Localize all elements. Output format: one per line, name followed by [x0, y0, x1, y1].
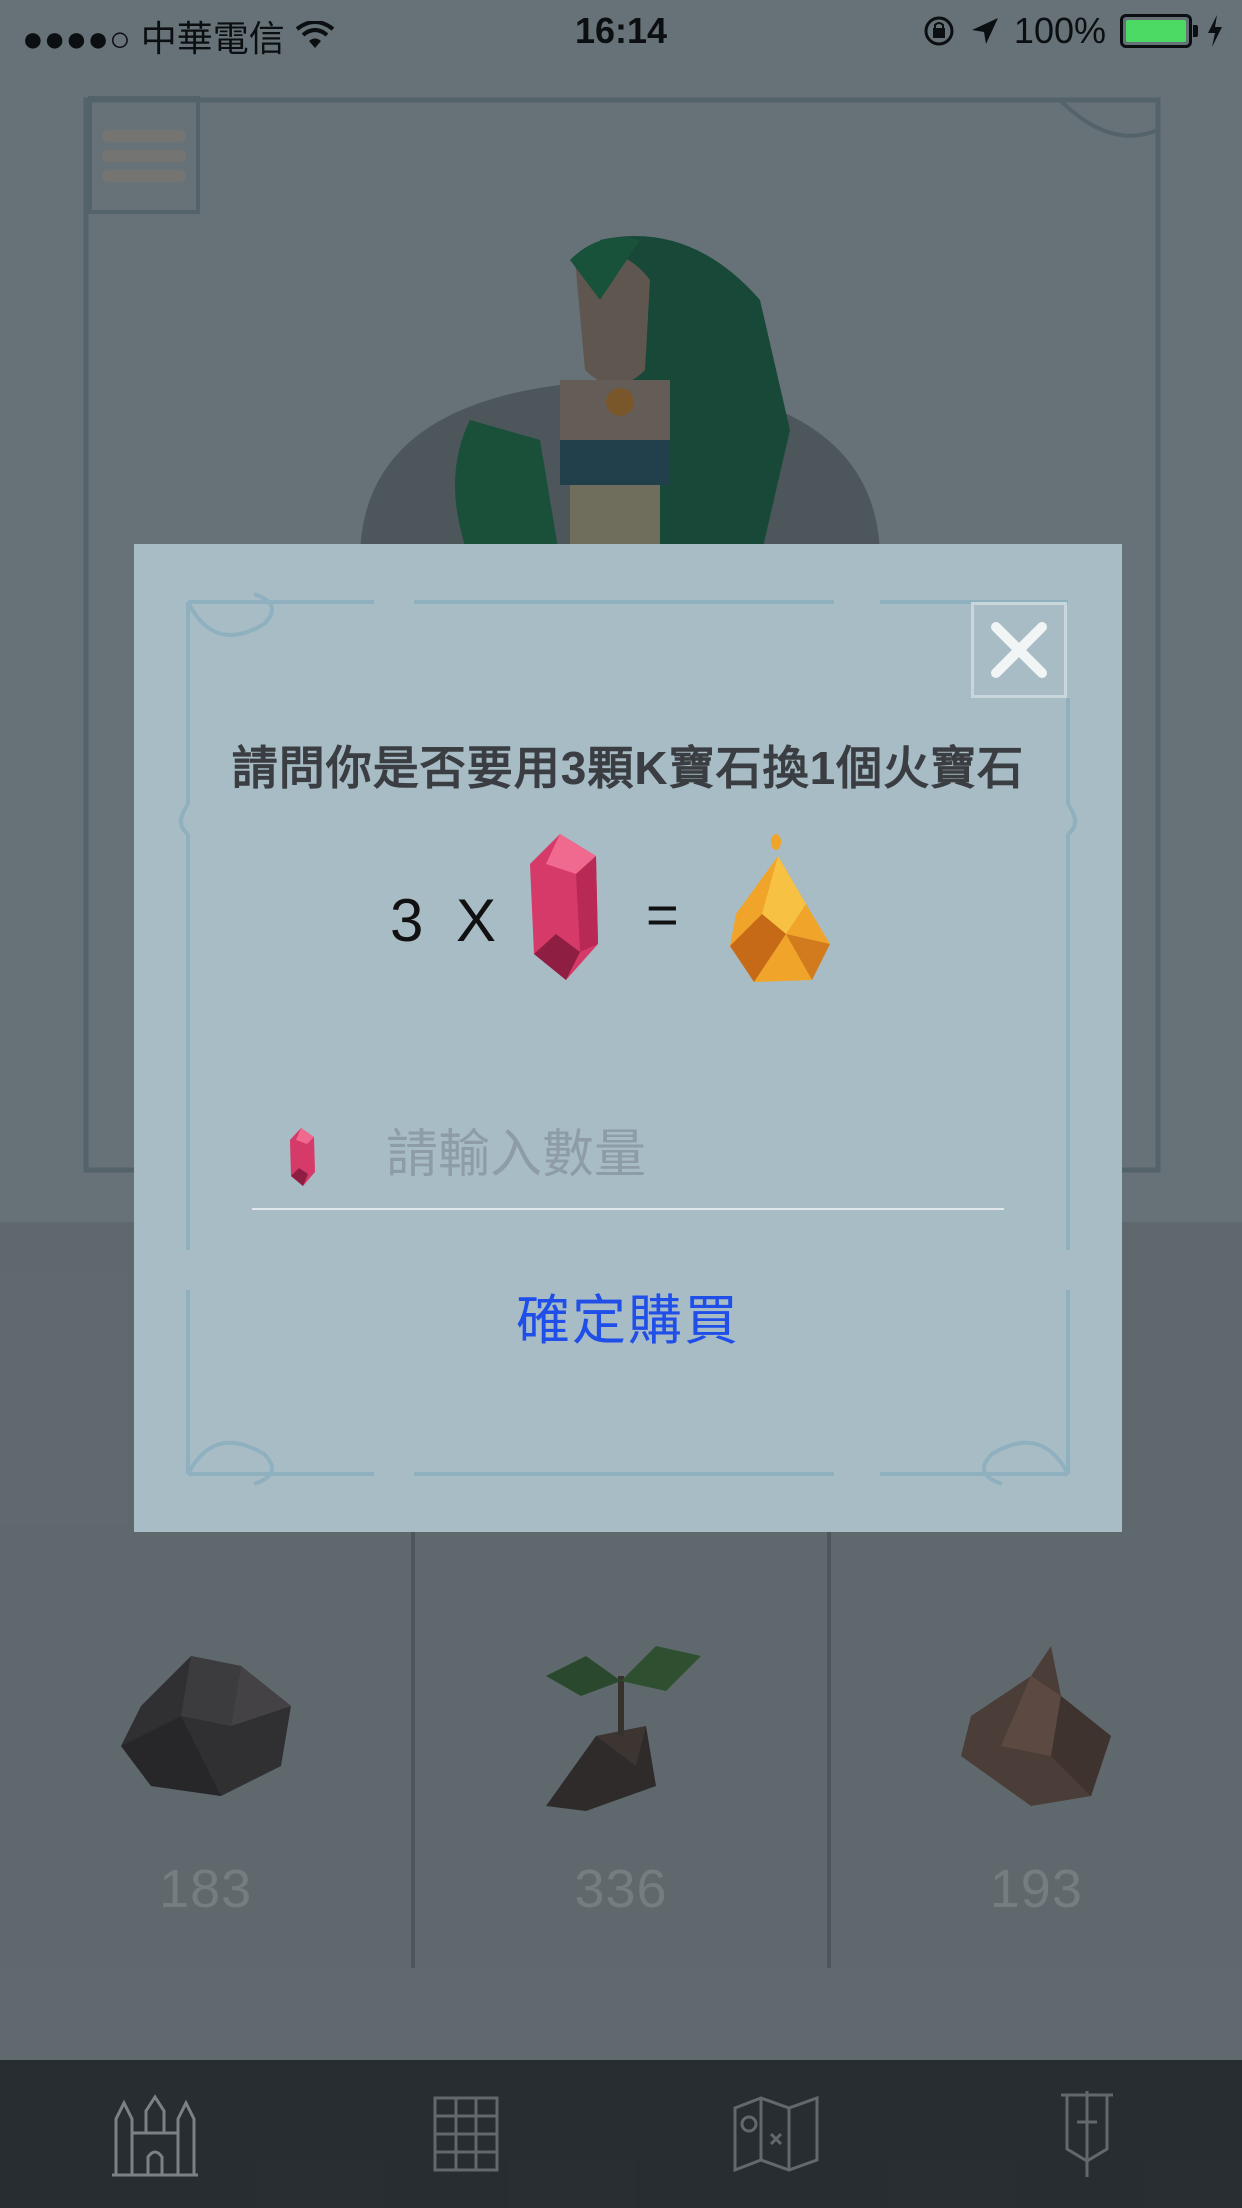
gem-quantity: 3 [390, 887, 424, 954]
location-arrow-icon [971, 18, 998, 44]
charging-bolt-icon [1208, 15, 1222, 47]
k-gem-icon [530, 834, 598, 980]
close-icon [991, 622, 1047, 678]
equals-sign: = [646, 883, 679, 946]
close-button[interactable] [971, 602, 1067, 698]
input-underline [252, 1208, 1004, 1210]
dialog-title: 請問你是否要用3顆K寶石換1個火寶石 [231, 742, 1025, 794]
quantity-row [252, 1114, 1004, 1204]
multiply-sign: X [456, 887, 497, 954]
rotation-lock-icon [924, 16, 954, 46]
battery-percent: 100% [1013, 10, 1106, 51]
confirm-purchase-button[interactable]: 確定購買 [134, 1276, 1122, 1355]
status-bar: ●●●●○ 中華電信 16:14 100% [0, 0, 1242, 62]
fire-gem-icon [730, 834, 830, 982]
exchange-dialog: 請問你是否要用3顆K寶石換1個火寶石 3 X = 確定購買 [134, 544, 1122, 1532]
battery-icon [1120, 14, 1198, 48]
k-gem-small-icon [290, 1128, 315, 1186]
quantity-input[interactable] [384, 1114, 988, 1196]
exchange-equation: 3 X = [134, 834, 1122, 1004]
